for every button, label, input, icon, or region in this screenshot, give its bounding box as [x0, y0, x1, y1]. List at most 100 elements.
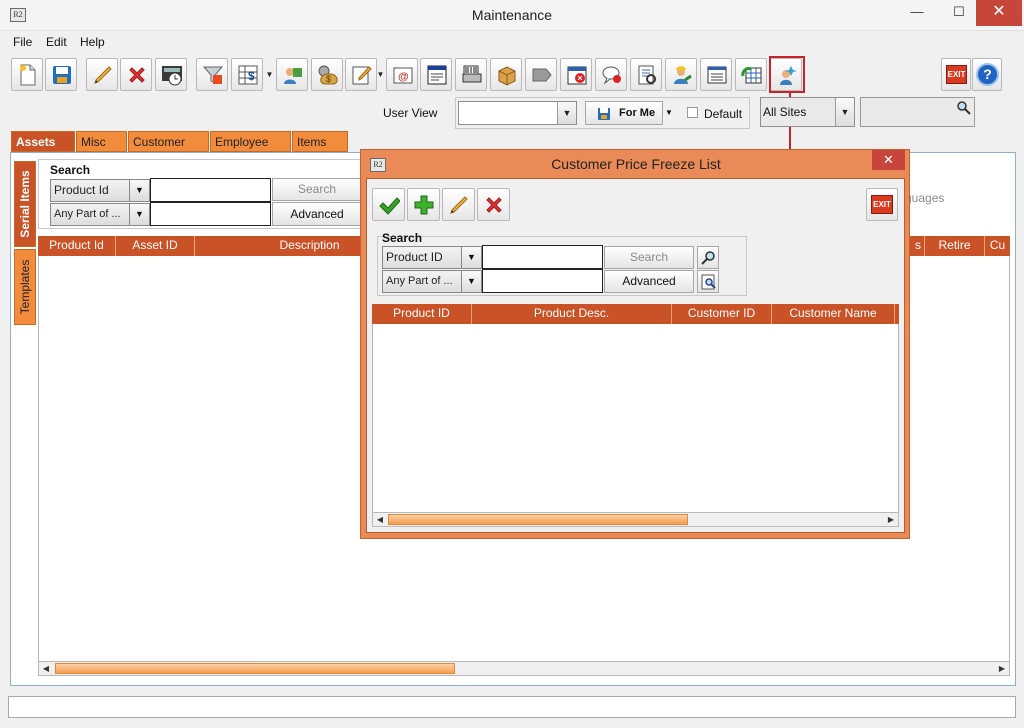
- col-customer-id[interactable]: Customer ID: [672, 304, 772, 324]
- list-window-icon: [707, 66, 727, 84]
- default-checkbox[interactable]: [687, 107, 698, 118]
- edit-form-dropdown-arrow[interactable]: ▼: [376, 58, 385, 91]
- message-button[interactable]: [595, 58, 627, 91]
- dialog-horizontal-scrollbar[interactable]: ◀ ▶: [372, 512, 899, 527]
- pricing-dropdown-arrow[interactable]: ▼: [265, 58, 274, 91]
- chevron-down-icon[interactable]: ▼: [130, 179, 150, 202]
- toolbar-highlight-box: [769, 56, 805, 93]
- print-button[interactable]: [455, 58, 487, 91]
- filter-button[interactable]: [196, 58, 228, 91]
- worker-icon: [674, 66, 692, 84]
- user-view-select[interactable]: ▼: [458, 101, 577, 125]
- edit-form-button[interactable]: [345, 58, 377, 91]
- minimize-button[interactable]: —: [902, 0, 932, 26]
- col-cu[interactable]: Cu: [985, 236, 1010, 256]
- side-tab-serial-items[interactable]: Serial Items: [14, 161, 36, 247]
- window-title: Maintenance: [471, 7, 553, 23]
- scroll-thumb[interactable]: [388, 514, 688, 525]
- dialog-advanced-button[interactable]: Advanced: [604, 270, 694, 293]
- dialog-field-select[interactable]: Product ID: [382, 246, 462, 269]
- list-button[interactable]: [700, 58, 732, 91]
- tab-assets[interactable]: Assets: [11, 131, 75, 152]
- exit-icon: EXIT: [946, 65, 967, 84]
- col-product-id[interactable]: Product Id: [38, 236, 116, 256]
- dialog-match-select[interactable]: Any Part of ...: [382, 270, 462, 293]
- dialog-grid-header: Product ID Product Desc. Customer ID Cus…: [372, 304, 899, 324]
- dialog-advanced-find-button[interactable]: [697, 270, 719, 293]
- tab-items[interactable]: Items: [292, 131, 348, 152]
- close-window-button[interactable]: ✕: [976, 0, 1022, 26]
- default-label: Default: [704, 107, 743, 121]
- main-search-button[interactable]: Search: [272, 178, 362, 201]
- main-field-select[interactable]: Product Id: [50, 179, 130, 202]
- delete-x-icon: [129, 67, 145, 83]
- dialog-search-input[interactable]: [482, 245, 603, 269]
- chevron-down-icon[interactable]: ▼: [130, 203, 150, 226]
- delete-button[interactable]: [120, 58, 152, 91]
- menu-help[interactable]: Help: [80, 35, 105, 49]
- dialog-match-input[interactable]: [482, 269, 603, 293]
- price-list-icon: $: [238, 65, 258, 85]
- scroll-right-icon[interactable]: ▶: [884, 513, 898, 526]
- chevron-down-icon[interactable]: ▼: [557, 102, 576, 124]
- report-button[interactable]: [630, 58, 662, 91]
- col-asset-id[interactable]: Asset ID: [116, 236, 195, 256]
- main-advanced-button[interactable]: Advanced: [272, 202, 362, 226]
- calendar-cancel-icon: [567, 66, 587, 85]
- scroll-left-icon[interactable]: ◀: [373, 513, 387, 526]
- dialog-exit-button[interactable]: EXIT: [866, 188, 898, 221]
- package-button[interactable]: [490, 58, 522, 91]
- menu-file[interactable]: File: [13, 35, 32, 49]
- main-match-input[interactable]: [150, 202, 271, 226]
- dialog-add-button[interactable]: [407, 188, 440, 221]
- email-button[interactable]: @: [386, 58, 418, 91]
- new-button[interactable]: [11, 58, 43, 91]
- search-icon[interactable]: [956, 100, 972, 116]
- dialog-accept-button[interactable]: [372, 188, 405, 221]
- for-me-dropdown-arrow[interactable]: ▼: [665, 101, 675, 125]
- help-button[interactable]: ?: [972, 58, 1002, 91]
- edit-button[interactable]: [86, 58, 118, 91]
- tab-customer[interactable]: Customer: [128, 131, 209, 152]
- dialog-delete-button[interactable]: [477, 188, 510, 221]
- scroll-left-icon[interactable]: ◀: [39, 662, 53, 675]
- main-match-select[interactable]: Any Part of ...: [50, 203, 130, 226]
- scroll-right-icon[interactable]: ▶: [995, 662, 1009, 675]
- box-icon: [498, 66, 516, 86]
- scroll-thumb[interactable]: [55, 663, 455, 674]
- col-product-desc[interactable]: Product Desc.: [472, 304, 672, 324]
- chevron-down-icon[interactable]: ▼: [462, 246, 482, 269]
- price-freeze-dialog: R2 Customer Price Freeze List ✕ EXIT Sea…: [360, 149, 910, 539]
- menu-edit[interactable]: Edit: [46, 35, 67, 49]
- maximize-button[interactable]: ☐: [944, 0, 974, 26]
- dialog-find-button[interactable]: [697, 246, 719, 269]
- dialog-close-button[interactable]: ✕: [872, 150, 905, 170]
- dialog-edit-button[interactable]: [442, 188, 475, 221]
- pricing-button[interactable]: $: [231, 58, 263, 91]
- people-icon: [284, 68, 302, 84]
- col-product-id[interactable]: Product ID: [372, 304, 472, 324]
- dialog-search-button[interactable]: Search: [604, 246, 694, 269]
- chevron-down-icon[interactable]: ▼: [462, 270, 482, 293]
- col-customer-name[interactable]: Customer Name: [772, 304, 895, 324]
- side-tab-templates[interactable]: Templates: [14, 249, 36, 325]
- form-button[interactable]: [420, 58, 452, 91]
- main-horizontal-scrollbar[interactable]: ◀ ▶: [38, 661, 1010, 676]
- chevron-down-icon[interactable]: ▼: [835, 98, 854, 126]
- tab-misc[interactable]: Misc: [76, 131, 127, 152]
- for-me-button[interactable]: For Me: [585, 101, 663, 125]
- tab-employee[interactable]: Employee: [210, 131, 291, 152]
- users-button[interactable]: [276, 58, 308, 91]
- forward-button[interactable]: [525, 58, 557, 91]
- save-button[interactable]: [45, 58, 77, 91]
- sites-select[interactable]: All Sites ▼: [760, 97, 855, 127]
- calendar-button[interactable]: [560, 58, 592, 91]
- money-button[interactable]: $: [311, 58, 343, 91]
- audit-button[interactable]: [155, 58, 187, 91]
- exit-button[interactable]: EXIT: [941, 58, 971, 91]
- sync-button[interactable]: [735, 58, 767, 91]
- main-search-input[interactable]: [150, 178, 271, 202]
- col-retire[interactable]: Retire: [925, 236, 985, 256]
- global-search-input[interactable]: [860, 97, 975, 127]
- worker-button[interactable]: [665, 58, 697, 91]
